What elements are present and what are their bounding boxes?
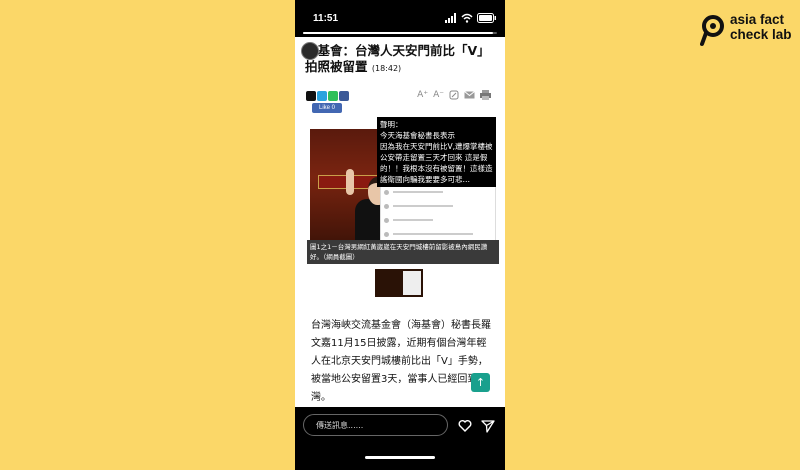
brand-logo: asia fact check lab [700,12,796,52]
article-tools: A⁺ A⁻ [417,90,491,100]
story-progress-bar [303,32,497,34]
story-progress-fill [303,32,494,34]
share-buttons [306,91,349,101]
print-icon[interactable] [480,90,491,100]
magnifier-logo-icon [700,15,724,46]
quote-overlay: 聲明： 今天海基會秘書長表示 因為我在天安門前比V,遭爆掌樓被公安帶走留置三天才… [377,117,496,187]
brand-text: asia fact check lab [730,12,792,42]
article-body: 台灣海峽交流基金會（海基會）秘書長羅文嘉11月15日披露，近期有個台灣年輕人在北… [311,320,491,403]
link-icon[interactable] [449,90,459,100]
close-icon[interactable] [485,41,499,55]
home-indicator [365,456,435,459]
status-icons [445,11,497,25]
send-icon[interactable] [481,419,495,433]
email-icon[interactable] [464,91,475,99]
font-smaller-button[interactable]: A⁻ [433,90,444,100]
reply-input[interactable]: 傳送訊息...... [303,414,448,436]
brand-line-1: asia fact [730,12,785,27]
headline-time: (18:42) [371,64,402,73]
phone-frame: 11:51 海基會：台灣人天安門前比「V」拍照被留置 (18:42) Like … [295,0,505,470]
wifi-icon [461,13,473,23]
signal-icon [445,13,456,23]
story-card[interactable]: 海基會：台灣人天安門前比「V」拍照被留置 (18:42) Like 0 A⁺ A… [295,37,505,407]
brand-line-2: check lab [730,27,792,42]
whatsapp-share-icon[interactable] [328,91,338,101]
x-share-icon[interactable] [306,91,316,101]
photo-caption: 圖1之1－台灣男網紅黃崴崴在天安門城樓前留影被島內網民讚好。（網員截圖） [307,240,499,264]
status-time: 11:51 [313,13,339,24]
heart-icon[interactable] [458,419,472,433]
avatar[interactable] [301,42,319,60]
facebook-share-icon[interactable] [339,91,349,101]
font-larger-button[interactable]: A⁺ [417,90,428,100]
scroll-top-button[interactable]: ↑ [471,373,490,392]
photo-thumbnail[interactable] [375,269,423,297]
battery-icon [477,13,496,23]
telegram-share-icon[interactable] [317,91,327,101]
article-headline: 海基會：台灣人天安門前比「V」拍照被留置 (18:42) [305,43,490,77]
facebook-like-button[interactable]: Like 0 [312,103,342,113]
